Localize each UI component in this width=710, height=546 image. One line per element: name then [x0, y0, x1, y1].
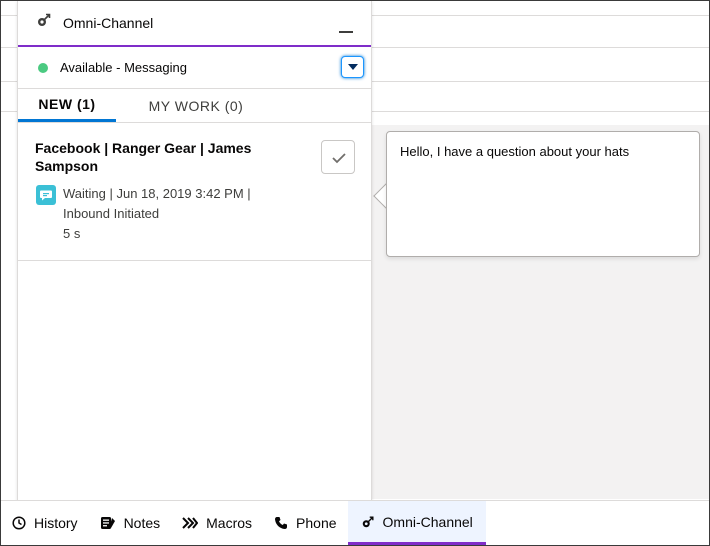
utility-item-label: Notes: [123, 515, 161, 531]
tab-new[interactable]: NEW (1): [18, 89, 116, 122]
work-item-meta: Waiting | Jun 18, 2019 3:42 PM | Inbound…: [63, 184, 293, 244]
preview-message: Hello, I have a question about your hats: [400, 144, 630, 159]
work-item[interactable]: Facebook | Ranger Gear | James Sampson W…: [18, 123, 371, 261]
message-preview-popover: Hello, I have a question about your hats: [386, 131, 700, 257]
omni-channel-icon: [361, 515, 375, 529]
panel-header: Omni-Channel: [18, 1, 371, 47]
utility-bar: History Notes Macros Phone Omni-Channel: [1, 500, 709, 545]
minimize-button[interactable]: [339, 20, 353, 34]
status-dropdown-button[interactable]: [341, 56, 364, 78]
work-tabs: NEW (1) MY WORK (0): [18, 89, 371, 123]
utility-item-macros[interactable]: Macros: [171, 501, 263, 545]
omni-channel-icon: [36, 12, 52, 33]
accept-button[interactable]: [321, 140, 355, 174]
app-window: Hello, I have a question about your hats…: [0, 0, 710, 546]
utility-item-label: Omni-Channel: [382, 513, 473, 530]
work-item-elapsed-time: 5 s: [63, 226, 81, 241]
presence-status-row: Available - Messaging: [18, 47, 371, 89]
tab-my-work[interactable]: MY WORK (0): [116, 89, 276, 122]
notes-icon: [100, 516, 116, 530]
presence-status-label: Available - Messaging: [60, 60, 187, 75]
panel-title: Omni-Channel: [63, 14, 154, 31]
macros-icon: [182, 517, 199, 529]
status-indicator-dot: [38, 62, 48, 73]
omni-channel-panel: Omni-Channel Available - Messaging NEW (…: [17, 1, 372, 501]
utility-item-notes[interactable]: Notes: [89, 501, 172, 545]
work-item-title: Facebook | Ranger Gear | James Sampson: [35, 140, 252, 174]
utility-item-omni-channel[interactable]: Omni-Channel: [347, 501, 486, 545]
check-icon: [332, 153, 346, 164]
utility-item-phone[interactable]: Phone: [263, 501, 347, 545]
utility-item-history[interactable]: History: [1, 501, 89, 545]
work-item-channel-type: Inbound Initiated: [63, 206, 160, 221]
utility-item-label: History: [34, 515, 78, 531]
messaging-icon: [36, 185, 56, 205]
utility-item-label: Macros: [206, 515, 253, 531]
phone-icon: [274, 516, 288, 530]
utility-item-label: Phone: [296, 515, 337, 531]
clock-icon: [12, 516, 26, 530]
work-item-status: Waiting | Jun 18, 2019 3:42 PM |: [63, 186, 251, 201]
